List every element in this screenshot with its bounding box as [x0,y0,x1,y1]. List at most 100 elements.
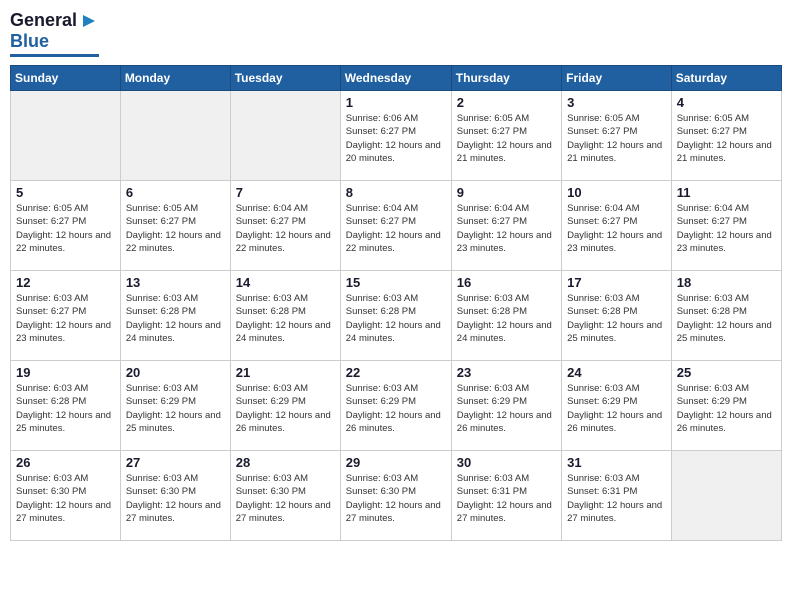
calendar-day-header: Thursday [451,66,561,91]
day-info: Sunrise: 6:03 AMSunset: 6:30 PMDaylight:… [236,472,335,525]
logo-arrow-icon [79,11,99,31]
day-number: 30 [457,455,556,470]
day-number: 2 [457,95,556,110]
calendar-header-row: SundayMondayTuesdayWednesdayThursdayFrid… [11,66,782,91]
day-number: 13 [126,275,225,290]
calendar-day-cell: 7 Sunrise: 6:04 AMSunset: 6:27 PMDaylight… [230,181,340,271]
calendar-day-cell: 1 Sunrise: 6:06 AMSunset: 6:27 PMDaylight… [340,91,451,181]
calendar-day-cell: 27 Sunrise: 6:03 AMSunset: 6:30 PMDayligh… [120,451,230,541]
header: General Blue [10,10,782,57]
day-info: Sunrise: 6:03 AMSunset: 6:27 PMDaylight:… [16,292,115,345]
day-info: Sunrise: 6:04 AMSunset: 6:27 PMDaylight:… [346,202,446,255]
day-info: Sunrise: 6:03 AMSunset: 6:28 PMDaylight:… [346,292,446,345]
calendar-day-cell: 16Sunrise: 6:03 AMSunset: 6:28 PMDayligh… [451,271,561,361]
calendar-day-cell: 19 Sunrise: 6:03 AMSunset: 6:28 PMDayligh… [11,361,121,451]
calendar-day-cell: 17Sunrise: 6:03 AMSunset: 6:28 PMDayligh… [562,271,672,361]
day-info: Sunrise: 6:03 AMSunset: 6:30 PMDaylight:… [126,472,225,525]
calendar-day-cell: 11 Sunrise: 6:04 AMSunset: 6:27 PMDayligh… [671,181,781,271]
calendar-day-cell: 12Sunrise: 6:03 AMSunset: 6:27 PMDayligh… [11,271,121,361]
day-number: 3 [567,95,666,110]
calendar-day-header: Sunday [11,66,121,91]
day-number: 4 [677,95,776,110]
day-info: Sunrise: 6:03 AMSunset: 6:28 PMDaylight:… [16,382,115,435]
day-info: Sunrise: 6:03 AMSunset: 6:28 PMDaylight:… [126,292,225,345]
day-number: 1 [346,95,446,110]
day-number: 26 [16,455,115,470]
calendar-day-cell: 14Sunrise: 6:03 AMSunset: 6:28 PMDayligh… [230,271,340,361]
calendar-day-cell [230,91,340,181]
calendar-day-cell: 20 Sunrise: 6:03 AMSunset: 6:29 PMDayligh… [120,361,230,451]
day-number: 23 [457,365,556,380]
day-number: 11 [677,185,776,200]
day-info: Sunrise: 6:03 AMSunset: 6:29 PMDaylight:… [457,382,556,435]
calendar-week-row: 5 Sunrise: 6:05 AMSunset: 6:27 PMDaylight… [11,181,782,271]
calendar-day-cell: 24 Sunrise: 6:03 AMSunset: 6:29 PMDayligh… [562,361,672,451]
calendar-week-row: 1 Sunrise: 6:06 AMSunset: 6:27 PMDaylight… [11,91,782,181]
day-number: 15 [346,275,446,290]
day-number: 9 [457,185,556,200]
calendar-week-row: 26 Sunrise: 6:03 AMSunset: 6:30 PMDayligh… [11,451,782,541]
day-info: Sunrise: 6:03 AMSunset: 6:29 PMDaylight:… [567,382,666,435]
logo-underline [10,54,99,57]
calendar-day-cell: 15 Sunrise: 6:03 AMSunset: 6:28 PMDayligh… [340,271,451,361]
calendar-day-cell: 10Sunrise: 6:04 AMSunset: 6:27 PMDayligh… [562,181,672,271]
day-number: 7 [236,185,335,200]
calendar-day-cell: 18Sunrise: 6:03 AMSunset: 6:28 PMDayligh… [671,271,781,361]
day-number: 29 [346,455,446,470]
day-number: 20 [126,365,225,380]
day-info: Sunrise: 6:03 AMSunset: 6:29 PMDaylight:… [346,382,446,435]
day-number: 31 [567,455,666,470]
day-number: 22 [346,365,446,380]
day-info: Sunrise: 6:04 AMSunset: 6:27 PMDaylight:… [236,202,335,255]
calendar-table: SundayMondayTuesdayWednesdayThursdayFrid… [10,65,782,541]
day-number: 27 [126,455,225,470]
day-info: Sunrise: 6:04 AMSunset: 6:27 PMDaylight:… [677,202,776,255]
calendar-day-cell: 9 Sunrise: 6:04 AMSunset: 6:27 PMDaylight… [451,181,561,271]
calendar-day-cell: 22 Sunrise: 6:03 AMSunset: 6:29 PMDayligh… [340,361,451,451]
calendar-day-cell: 21 Sunrise: 6:03 AMSunset: 6:29 PMDayligh… [230,361,340,451]
calendar-day-cell: 29 Sunrise: 6:03 AMSunset: 6:30 PMDayligh… [340,451,451,541]
day-info: Sunrise: 6:05 AMSunset: 6:27 PMDaylight:… [126,202,225,255]
day-info: Sunrise: 6:03 AMSunset: 6:30 PMDaylight:… [346,472,446,525]
day-info: Sunrise: 6:04 AMSunset: 6:27 PMDaylight:… [457,202,556,255]
calendar-day-cell: 2 Sunrise: 6:05 AMSunset: 6:27 PMDaylight… [451,91,561,181]
day-info: Sunrise: 6:03 AMSunset: 6:28 PMDaylight:… [567,292,666,345]
day-info: Sunrise: 6:06 AMSunset: 6:27 PMDaylight:… [346,112,446,165]
calendar-day-cell: 31Sunrise: 6:03 AMSunset: 6:31 PMDayligh… [562,451,672,541]
day-info: Sunrise: 6:03 AMSunset: 6:29 PMDaylight:… [126,382,225,435]
calendar-day-cell: 23 Sunrise: 6:03 AMSunset: 6:29 PMDayligh… [451,361,561,451]
day-info: Sunrise: 6:03 AMSunset: 6:28 PMDaylight:… [677,292,776,345]
calendar-day-header: Monday [120,66,230,91]
day-number: 25 [677,365,776,380]
calendar-day-cell: 13 Sunrise: 6:03 AMSunset: 6:28 PMDayligh… [120,271,230,361]
calendar-day-cell: 6 Sunrise: 6:05 AMSunset: 6:27 PMDaylight… [120,181,230,271]
day-info: Sunrise: 6:03 AMSunset: 6:30 PMDaylight:… [16,472,115,525]
calendar-day-cell: 26 Sunrise: 6:03 AMSunset: 6:30 PMDayligh… [11,451,121,541]
calendar-day-header: Saturday [671,66,781,91]
day-number: 8 [346,185,446,200]
day-number: 21 [236,365,335,380]
day-number: 24 [567,365,666,380]
page: General Blue SundayMondayTuesdayWednesda… [0,0,792,612]
day-info: Sunrise: 6:05 AMSunset: 6:27 PMDaylight:… [16,202,115,255]
day-info: Sunrise: 6:03 AMSunset: 6:29 PMDaylight:… [236,382,335,435]
calendar-week-row: 12Sunrise: 6:03 AMSunset: 6:27 PMDayligh… [11,271,782,361]
calendar-day-header: Wednesday [340,66,451,91]
day-number: 19 [16,365,115,380]
calendar-day-cell: 3Sunrise: 6:05 AMSunset: 6:27 PMDaylight… [562,91,672,181]
calendar-day-cell [11,91,121,181]
day-info: Sunrise: 6:03 AMSunset: 6:28 PMDaylight:… [236,292,335,345]
calendar-day-cell: 28Sunrise: 6:03 AMSunset: 6:30 PMDayligh… [230,451,340,541]
calendar-day-header: Tuesday [230,66,340,91]
day-number: 16 [457,275,556,290]
day-number: 10 [567,185,666,200]
day-info: Sunrise: 6:05 AMSunset: 6:27 PMDaylight:… [677,112,776,165]
day-number: 6 [126,185,225,200]
calendar-day-cell [671,451,781,541]
logo: General Blue [10,10,99,57]
calendar-day-cell: 4 Sunrise: 6:05 AMSunset: 6:27 PMDaylight… [671,91,781,181]
day-info: Sunrise: 6:05 AMSunset: 6:27 PMDaylight:… [457,112,556,165]
calendar-day-cell: 25Sunrise: 6:03 AMSunset: 6:29 PMDayligh… [671,361,781,451]
day-number: 5 [16,185,115,200]
logo-general-text: General [10,10,77,31]
